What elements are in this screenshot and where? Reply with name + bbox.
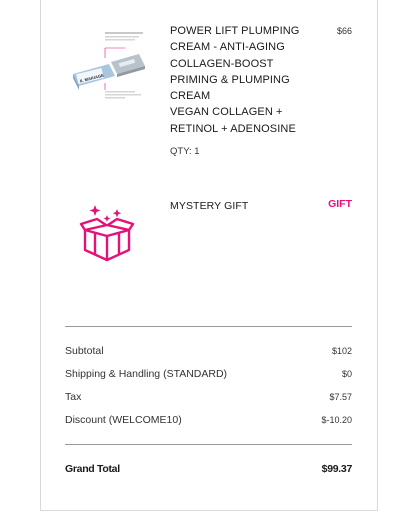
subtotal-row: Subtotal $102 xyxy=(65,345,352,361)
product-name-line: CREAM - ANTI-AGING xyxy=(170,41,285,54)
tax-label: Tax xyxy=(65,391,82,403)
shipping-row: Shipping & Handling (STANDARD) $0 xyxy=(65,368,352,384)
product-name-line: CREAM xyxy=(170,90,211,103)
tax-row: Tax $7.57 xyxy=(65,391,352,407)
summary-divider xyxy=(65,326,352,327)
item-quantity: QTY: 1 xyxy=(170,146,200,157)
discount-value: $-10.20 xyxy=(321,415,352,425)
total-divider xyxy=(65,444,352,445)
shipping-value: $0 xyxy=(341,369,352,379)
shipping-label: Shipping & Handling (STANDARD) xyxy=(65,368,228,380)
item-price: $66 xyxy=(336,26,352,36)
discount-label: Discount (WELCOME10) xyxy=(65,414,182,426)
tax-value: $7.57 xyxy=(329,392,352,402)
gift-box-icon xyxy=(77,203,137,265)
order-summary-card: IL MAKIAGE POWER LIFT PLUMPING CREAM - A… xyxy=(40,0,378,511)
product-name-line: COLLAGEN-BOOST xyxy=(170,57,274,70)
product-name-line: PRIMING & PLUMPING xyxy=(170,73,290,86)
product-subtitle-line: VEGAN COLLAGEN + xyxy=(170,106,283,119)
grand-total-value: $99.37 xyxy=(321,463,353,475)
grand-total-label: Grand Total xyxy=(65,463,120,475)
cream-tube-product-image: IL MAKIAGE xyxy=(65,28,145,108)
product-name[interactable]: POWER LIFT PLUMPING CREAM - ANTI-AGING C… xyxy=(170,23,320,137)
gift-tag: GIFT xyxy=(328,198,352,210)
subtotal-value: $102 xyxy=(331,346,352,356)
discount-row: Discount (WELCOME10) $-10.20 xyxy=(65,414,352,430)
subtotal-label: Subtotal xyxy=(65,345,104,357)
product-subtitle-line: RETINOL + ADENOSINE xyxy=(170,122,296,135)
product-name-line: POWER LIFT PLUMPING xyxy=(170,25,300,37)
gift-name[interactable]: MYSTERY GIFT xyxy=(170,198,320,214)
